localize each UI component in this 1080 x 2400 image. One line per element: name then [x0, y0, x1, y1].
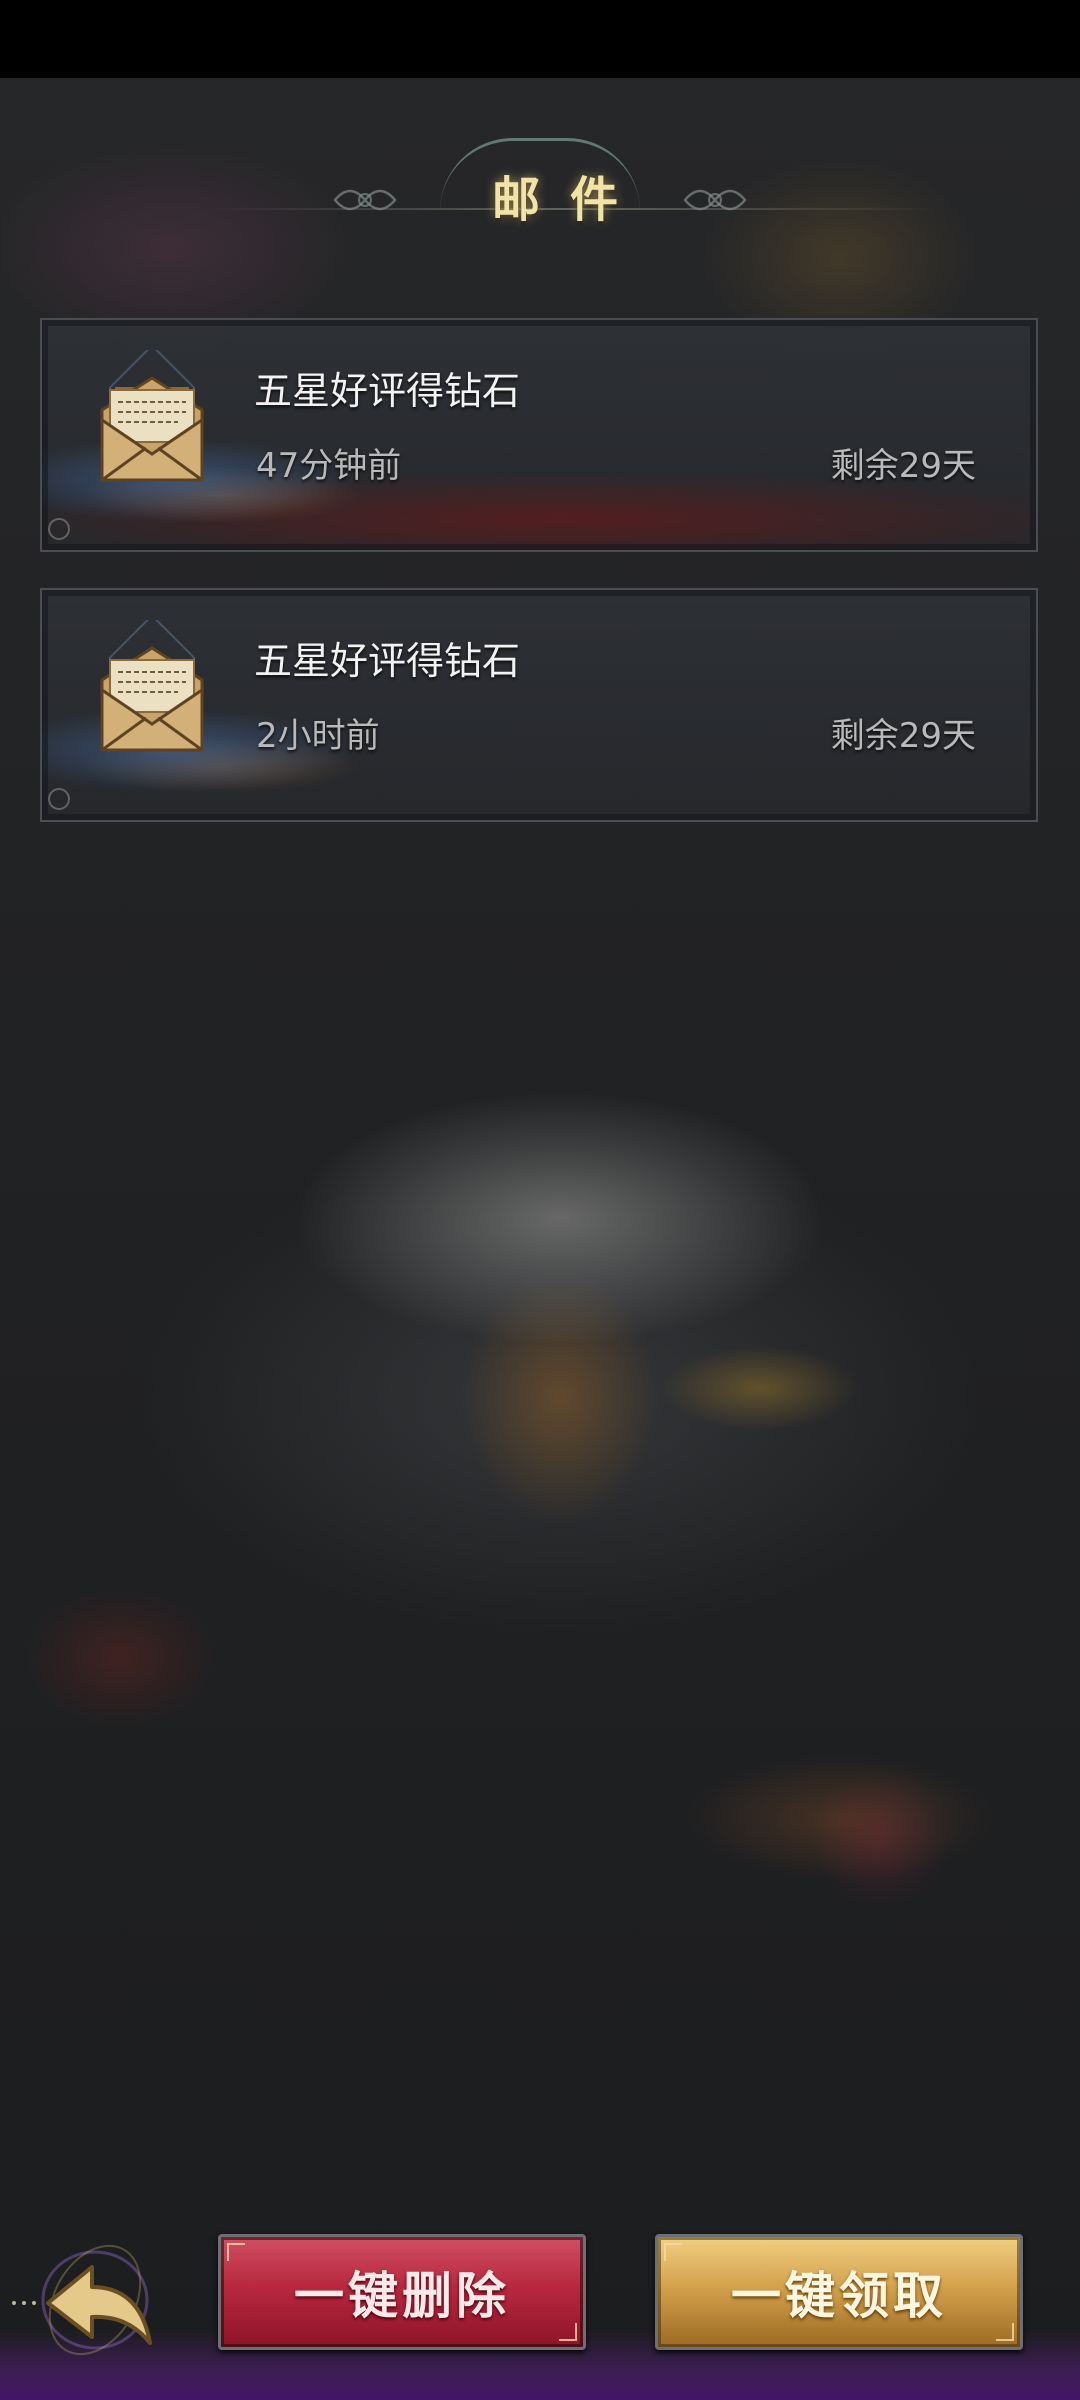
mail-item[interactable]: 五星好评得钻石 2小时前 剩余29天 [40, 588, 1038, 822]
page-title: 邮件 [491, 172, 648, 228]
claim-all-label: 一键领取 [731, 2266, 947, 2325]
button-corner-ornament [559, 2323, 577, 2341]
mail-title: 五星好评得钻石 [254, 639, 521, 683]
open-envelope-icon [100, 350, 204, 482]
button-corner-ornament [664, 2243, 682, 2261]
corner-ornament [48, 518, 70, 540]
delete-all-button[interactable]: 一键删除 [218, 2234, 586, 2350]
back-arrow-icon [12, 2244, 152, 2356]
mail-remaining-days: 剩余29天 [830, 716, 976, 756]
status-bar [0, 0, 1080, 78]
mail-title: 五星好评得钻石 [254, 369, 521, 413]
mail-time: 2小时前 [256, 716, 380, 756]
mail-remaining-days: 剩余29天 [830, 446, 976, 486]
mail-time: 47分钟前 [256, 446, 402, 486]
button-corner-ornament [996, 2323, 1014, 2341]
mail-header: 邮件 [0, 130, 1080, 250]
button-corner-ornament [227, 2243, 245, 2261]
claim-all-button[interactable]: 一键领取 [655, 2234, 1023, 2350]
corner-ornament [48, 788, 70, 810]
open-envelope-icon [100, 620, 204, 752]
back-button[interactable] [0, 2225, 165, 2365]
delete-all-label: 一键删除 [294, 2266, 510, 2325]
mail-item[interactable]: 五星好评得钻石 47分钟前 剩余29天 [40, 318, 1038, 552]
